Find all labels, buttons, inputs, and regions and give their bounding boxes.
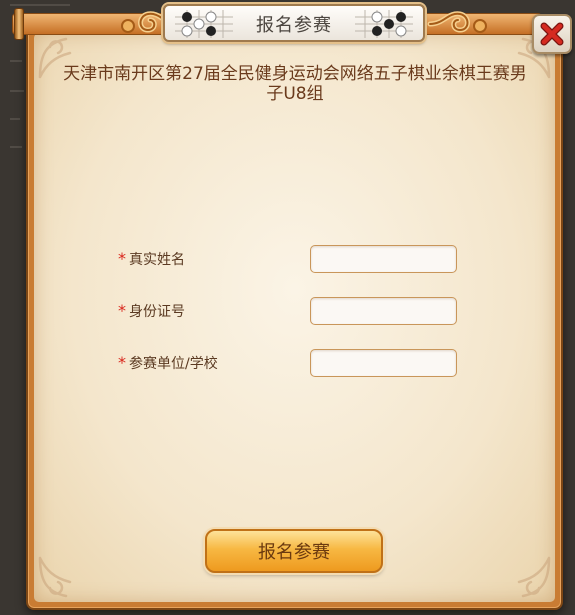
- form-row-school: * 参赛单位/学校: [118, 349, 458, 377]
- id-number-label-text: 身份证号: [129, 304, 185, 320]
- required-mark: *: [118, 353, 126, 372]
- corner-ornament-icon: [36, 554, 82, 600]
- required-mark: *: [118, 249, 126, 268]
- real-name-label-text: 真实姓名: [129, 252, 185, 268]
- real-name-label: * 真实姓名: [118, 249, 185, 269]
- id-number-label: * 身份证号: [118, 301, 185, 321]
- close-icon: [540, 22, 564, 46]
- scroll-rod-icon: [14, 8, 24, 40]
- school-label: * 参赛单位/学校: [118, 353, 218, 373]
- close-button[interactable]: [532, 14, 572, 54]
- required-mark: *: [118, 301, 126, 320]
- form-row-real-name: * 真实姓名: [118, 245, 458, 273]
- title-plaque: 报名参赛: [163, 4, 425, 42]
- real-name-input[interactable]: [310, 245, 457, 273]
- go-stones-icon: [355, 10, 413, 38]
- id-number-input[interactable]: [310, 297, 457, 325]
- event-title: 天津市南开区第27届全民健身运动会网络五子棋业余棋王赛男子U8组: [63, 64, 527, 104]
- form-row-id-number: * 身份证号: [118, 297, 458, 325]
- cloud-swirl-icon: [426, 6, 496, 42]
- register-button[interactable]: 报名参赛: [205, 529, 383, 573]
- school-label-text: 参赛单位/学校: [129, 356, 218, 372]
- school-input[interactable]: [310, 349, 457, 377]
- corner-ornament-icon: [507, 554, 553, 600]
